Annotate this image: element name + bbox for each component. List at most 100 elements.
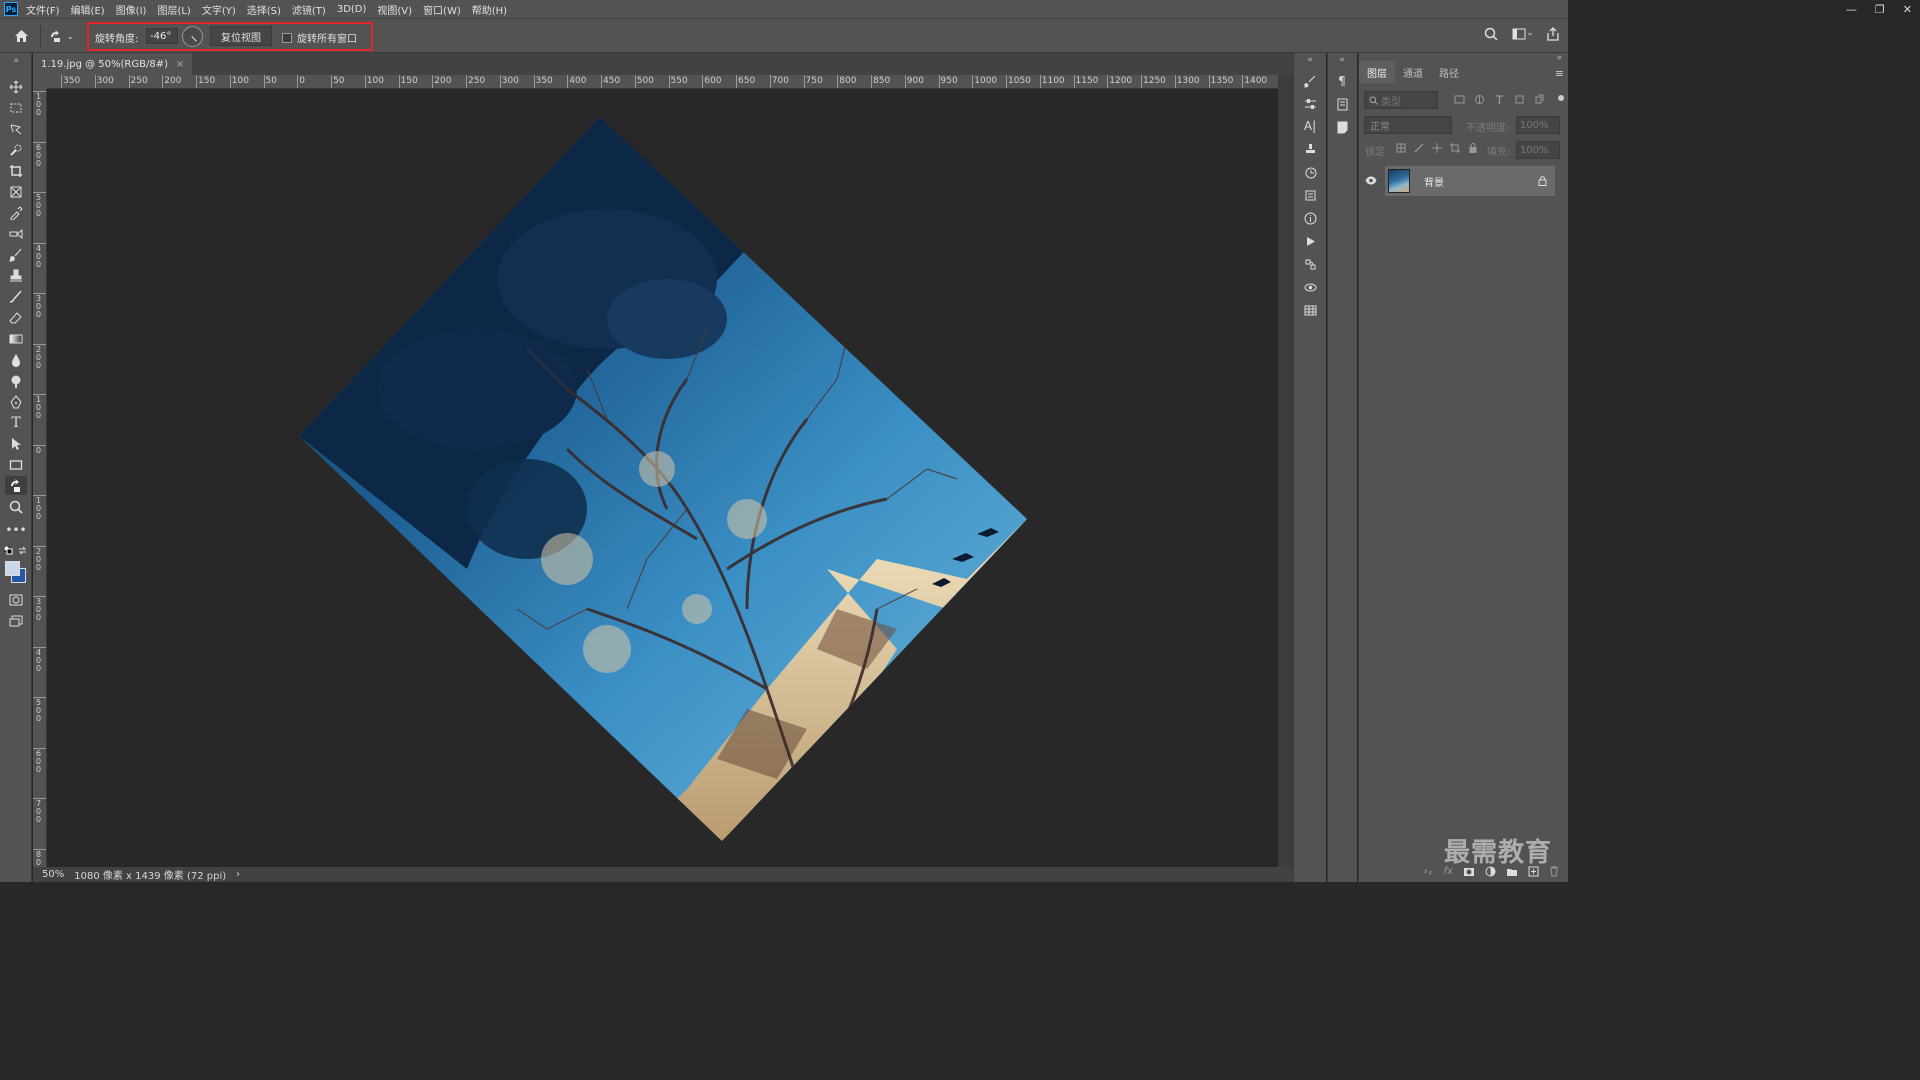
menu-image[interactable]: 图像(I) (116, 2, 147, 17)
zoom-level[interactable]: 50% (42, 869, 64, 880)
pixel-filter-icon[interactable] (1454, 94, 1465, 105)
quick-select-tool[interactable] (5, 140, 27, 159)
libraries-panel-icon[interactable] (1334, 96, 1350, 112)
lock-artboard-icon[interactable] (1450, 143, 1460, 153)
rotate-view-tool[interactable] (5, 476, 27, 495)
menu-type[interactable]: 文字(Y) (202, 2, 236, 17)
lock-position-icon[interactable] (1432, 143, 1442, 153)
restore-button[interactable]: ❐ (1875, 3, 1885, 16)
default-colors-icon[interactable] (4, 546, 13, 555)
move-tool[interactable] (5, 77, 27, 96)
frame-tool[interactable] (5, 182, 27, 201)
lock-pixels-icon[interactable] (1414, 143, 1424, 153)
blend-mode-select[interactable]: 正常 (1364, 116, 1452, 134)
3d-panel-icon[interactable] (1302, 279, 1318, 295)
lock-transparent-icon[interactable] (1396, 143, 1406, 153)
table-panel-icon[interactable] (1302, 302, 1318, 318)
rotate-all-windows[interactable]: 旋转所有窗口 (282, 30, 357, 45)
tab-layers[interactable]: 图层 (1359, 61, 1395, 83)
tool-preset-picker[interactable]: ⌄ (48, 26, 80, 46)
menu-help[interactable]: 帮助(H) (472, 2, 507, 17)
smart-object-filter-icon[interactable] (1534, 94, 1545, 105)
minimize-button[interactable]: — (1846, 3, 1857, 16)
menu-window[interactable]: 窗口(W) (423, 2, 461, 17)
menu-view[interactable]: 视图(V) (377, 2, 412, 17)
layer-row-background[interactable]: 背景 (1385, 166, 1555, 196)
filter-toggle-icon[interactable] (1558, 95, 1564, 101)
type-filter-icon[interactable] (1494, 94, 1505, 105)
info-panel-icon[interactable] (1302, 210, 1318, 226)
more-tools[interactable]: ••• (5, 520, 27, 539)
status-menu-arrow[interactable]: › (236, 869, 240, 880)
close-tab-icon[interactable]: × (176, 59, 184, 70)
properties-panel-icon[interactable] (1302, 187, 1318, 203)
shape-filter-icon[interactable] (1514, 94, 1525, 105)
close-button[interactable]: ✕ (1903, 3, 1912, 16)
layer-lock-icon[interactable] (1538, 176, 1547, 186)
adjustment-filter-icon[interactable] (1474, 94, 1485, 105)
canvas-area[interactable] (47, 89, 1278, 867)
eyedropper-tool[interactable] (5, 203, 27, 222)
rotation-dial[interactable] (182, 26, 203, 47)
document-tab[interactable]: 1.19.jpg @ 50%(RGB/8#) × (33, 53, 193, 75)
gradient-tool[interactable] (5, 329, 27, 348)
vertical-scrollbar[interactable] (1278, 75, 1293, 867)
screen-mode-button[interactable] (5, 611, 27, 630)
collapse-dock-icon[interactable]: « (1334, 52, 1350, 68)
tab-paths[interactable]: 路径 (1431, 61, 1467, 83)
healing-tool[interactable] (5, 224, 27, 243)
marquee-tool[interactable] (5, 98, 27, 117)
search-icon[interactable] (1484, 27, 1498, 41)
reset-view-button[interactable]: 复位视图 (210, 26, 272, 46)
pen-tool[interactable] (5, 392, 27, 411)
menu-3d[interactable]: 3D(D) (337, 4, 367, 15)
opacity-input[interactable]: 100% (1516, 116, 1560, 134)
layer-filter-select[interactable]: 类型 (1364, 91, 1438, 109)
zoom-tool[interactable] (5, 497, 27, 516)
brush-tool[interactable] (5, 245, 27, 264)
swap-colors-icon[interactable] (18, 546, 27, 555)
rotation-angle-input[interactable] (146, 28, 178, 44)
dodge-tool[interactable] (5, 371, 27, 390)
menu-layer[interactable]: 图层(L) (157, 2, 190, 17)
home-button[interactable] (10, 26, 32, 46)
panel-menu-icon[interactable]: ≡ (1555, 67, 1564, 80)
history-panel-icon[interactable] (1302, 164, 1318, 180)
vertical-ruler[interactable]: 1 0 0 6 0 0 5 0 0 4 0 0 3 0 0 2 0 0 1 0 0 0 1 0 … (33, 89, 47, 867)
workspace-icon[interactable] (1512, 27, 1532, 41)
character-panel-icon[interactable]: A| (1302, 118, 1318, 134)
link-layers-icon[interactable] (1422, 867, 1434, 877)
adjustments-panel-icon[interactable] (1302, 96, 1318, 112)
fill-input[interactable]: 100% (1516, 141, 1560, 159)
rotated-image-canvas[interactable] (47, 89, 1278, 867)
ruler-origin[interactable] (33, 75, 47, 89)
shape-tool[interactable] (5, 455, 27, 474)
menu-select[interactable]: 选择(S) (247, 2, 281, 17)
paths-panel-icon[interactable] (1302, 256, 1318, 272)
layer-visibility-toggle[interactable] (1365, 175, 1377, 188)
horizontal-ruler[interactable]: 350 300 250 200 150 100 50 0 50 100 150 200 250 300 35… (47, 75, 1278, 89)
crop-tool[interactable] (5, 161, 27, 180)
menu-filter[interactable]: 滤镜(T) (292, 2, 326, 17)
lasso-tool[interactable] (5, 119, 27, 138)
history-brush-tool[interactable] (5, 287, 27, 306)
actions-panel-icon[interactable] (1302, 233, 1318, 249)
paragraph-panel-icon[interactable]: ¶ (1334, 73, 1350, 89)
clone-source-panel-icon[interactable] (1302, 141, 1318, 157)
quick-mask-button[interactable] (5, 590, 27, 609)
collapse-dock-icon[interactable]: « (1302, 52, 1318, 68)
lock-all-icon[interactable] (1468, 143, 1478, 153)
rotate-all-checkbox[interactable] (282, 32, 292, 43)
stamp-tool[interactable] (5, 266, 27, 285)
color-swap-controls[interactable] (4, 546, 28, 556)
menu-file[interactable]: 文件(F) (26, 2, 60, 17)
expand-toolbar-icon[interactable]: » (5, 56, 27, 66)
eraser-tool[interactable] (5, 308, 27, 327)
share-icon[interactable] (1546, 27, 1560, 41)
menu-edit[interactable]: 编辑(E) (71, 2, 105, 17)
brush-panel-icon[interactable] (1302, 73, 1318, 89)
blur-tool[interactable] (5, 350, 27, 369)
type-tool[interactable]: T (5, 413, 27, 432)
tab-channels[interactable]: 通道 (1395, 61, 1431, 83)
foreground-color-swatch[interactable] (5, 561, 20, 576)
